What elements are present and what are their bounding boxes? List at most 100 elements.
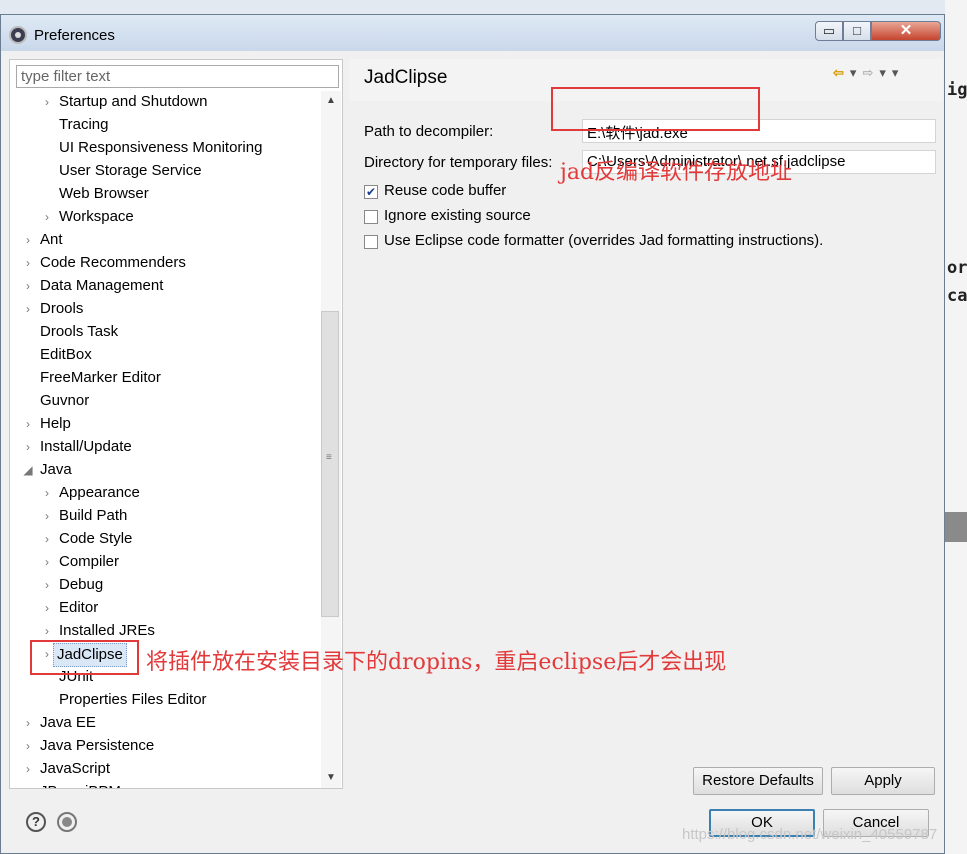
record-macro-icon[interactable]: [57, 812, 77, 832]
expand-arrow-icon[interactable]: ›: [41, 574, 53, 596]
expand-arrow-icon[interactable]: ›: [22, 298, 34, 320]
minimize-button[interactable]: ▭: [815, 21, 843, 41]
scroll-up-arrow-icon[interactable]: ▲: [326, 95, 336, 106]
tree-item-label: Data Management: [40, 277, 164, 294]
tree-item-label: Build Path: [59, 507, 128, 524]
scrollbar-thumb[interactable]: ≡: [321, 311, 339, 617]
tree-item[interactable]: EditBox: [10, 344, 320, 366]
expand-arrow-icon[interactable]: ›: [22, 436, 34, 458]
tree-item[interactable]: › JBoss jBPM: [10, 781, 320, 788]
tree-item-label: Editor: [59, 599, 99, 616]
expand-arrow-icon[interactable]: ›: [22, 229, 34, 251]
tree-scrollbar[interactable]: ▲ ≡ ▼: [321, 91, 341, 788]
tree-item-label: Appearance: [59, 484, 140, 501]
expand-arrow-icon[interactable]: ›: [22, 275, 34, 297]
tree-item[interactable]: Tracing: [10, 114, 320, 136]
maximize-button[interactable]: □: [843, 21, 871, 41]
tree-item[interactable]: › Data Management: [10, 275, 320, 297]
expand-arrow-icon[interactable]: ›: [41, 597, 53, 619]
tree-item[interactable]: › Startup and Shutdown: [10, 91, 320, 113]
expand-arrow-icon[interactable]: ›: [22, 413, 34, 435]
tree-item[interactable]: › Debug: [10, 574, 320, 596]
tree-item[interactable]: FreeMarker Editor: [10, 367, 320, 389]
tree-item[interactable]: › Editor: [10, 597, 320, 619]
ignore-existing-source-checkbox[interactable]: [364, 210, 378, 224]
tree-item[interactable]: › Java EE: [10, 712, 320, 734]
expand-arrow-icon[interactable]: ◢: [22, 459, 34, 481]
window-title: Preferences: [34, 27, 115, 44]
forward-arrow-icon[interactable]: ⇨: [862, 65, 873, 81]
tree-item-label: Drools Task: [40, 323, 119, 340]
tree-item[interactable]: Properties Files Editor: [10, 689, 320, 711]
back-arrow-icon[interactable]: ⇦: [833, 65, 844, 81]
title-bar[interactable]: Preferences ▭ □ ✕: [1, 15, 944, 51]
tree-item[interactable]: › Code Recommenders: [10, 252, 320, 274]
expand-arrow-icon[interactable]: ›: [41, 482, 53, 504]
tree-item[interactable]: › Workspace: [10, 206, 320, 228]
tree-item[interactable]: › Java Persistence: [10, 735, 320, 757]
apply-button[interactable]: Apply: [831, 767, 935, 795]
expand-arrow-icon[interactable]: ›: [22, 758, 34, 780]
expand-arrow-icon[interactable]: ›: [41, 528, 53, 550]
background-text: or: [947, 258, 967, 278]
temp-directory-label: Directory for temporary files:: [364, 154, 553, 171]
expand-arrow-icon[interactable]: ›: [41, 551, 53, 573]
back-menu-icon[interactable]: ▾: [850, 65, 857, 81]
tree-item[interactable]: › Build Path: [10, 505, 320, 527]
tree-item[interactable]: › Help: [10, 413, 320, 435]
expand-arrow-icon[interactable]: ›: [22, 712, 34, 734]
close-button[interactable]: ✕: [871, 21, 941, 41]
tree-item[interactable]: › Installed JREs: [10, 620, 320, 642]
view-menu-icon[interactable]: ▾: [892, 65, 899, 81]
scroll-down-arrow-icon[interactable]: ▼: [326, 772, 336, 783]
tree-item[interactable]: › Code Style: [10, 528, 320, 550]
expand-arrow-icon[interactable]: ›: [41, 206, 53, 228]
tree-item[interactable]: Guvnor: [10, 390, 320, 412]
tree-item[interactable]: › Drools: [10, 298, 320, 320]
help-icon[interactable]: ?: [26, 812, 46, 832]
tree-item-label: EditBox: [40, 346, 92, 363]
expand-arrow-icon[interactable]: ›: [41, 505, 53, 527]
expand-arrow-icon[interactable]: ›: [22, 781, 34, 788]
preferences-dialog: Preferences ▭ □ ✕ type filter text › Star…: [0, 14, 945, 854]
tree-item[interactable]: › Compiler: [10, 551, 320, 573]
background-toolbar-strip: [0, 0, 967, 14]
expand-arrow-icon[interactable]: ›: [41, 620, 53, 642]
page-navigation: ⇦ ▾ ⇨ ▾ ▾: [833, 65, 898, 81]
tree-item-label: Ant: [40, 231, 63, 248]
tree-item-label: Installed JREs: [59, 622, 155, 639]
decompiler-highlight-box: [551, 87, 760, 131]
tree-item-label: Java: [40, 461, 72, 478]
tree-item[interactable]: ◢ Java: [10, 459, 320, 481]
filter-input[interactable]: type filter text: [16, 65, 339, 88]
jadclipse-settings: Path to decompiler: E:\软件\jad.exe Direct…: [349, 101, 943, 797]
expand-arrow-icon[interactable]: ›: [22, 735, 34, 757]
grip-icon: ≡: [326, 452, 332, 463]
tree-item-label: Properties Files Editor: [59, 691, 207, 708]
expand-arrow-icon[interactable]: ›: [41, 91, 53, 113]
tree-item[interactable]: Drools Task: [10, 321, 320, 343]
background-text: ca: [947, 286, 967, 306]
tree-item[interactable]: › Ant: [10, 229, 320, 251]
reuse-code-buffer-checkbox[interactable]: ✔: [364, 185, 378, 199]
tree-item[interactable]: Web Browser: [10, 183, 320, 205]
restore-defaults-button[interactable]: Restore Defaults: [693, 767, 823, 795]
expand-arrow-icon[interactable]: ›: [22, 252, 34, 274]
tree-item[interactable]: UI Responsiveness Monitoring: [10, 137, 320, 159]
reuse-code-buffer-label: Reuse code buffer: [384, 182, 507, 199]
tree-item-label: Compiler: [59, 553, 120, 570]
window-controls: ▭ □ ✕: [815, 21, 941, 43]
tree-item-label: UI Responsiveness Monitoring: [59, 139, 263, 156]
tree-item[interactable]: › Appearance: [10, 482, 320, 504]
forward-menu-icon[interactable]: ▾: [879, 65, 886, 81]
ignore-existing-source-label: Ignore existing source: [384, 207, 531, 224]
eclipse-app-icon: [9, 26, 27, 44]
tree-item[interactable]: User Storage Service: [10, 160, 320, 182]
tree-item[interactable]: › Install/Update: [10, 436, 320, 458]
tree-item-label: Debug: [59, 576, 104, 593]
background-text: ig: [947, 80, 967, 100]
tree-item-label: Code Style: [59, 530, 133, 547]
tree-item[interactable]: › JavaScript: [10, 758, 320, 780]
use-eclipse-formatter-checkbox[interactable]: [364, 235, 378, 249]
preference-tree-pane: type filter text › Startup and Shutdown Tr…: [9, 59, 343, 789]
